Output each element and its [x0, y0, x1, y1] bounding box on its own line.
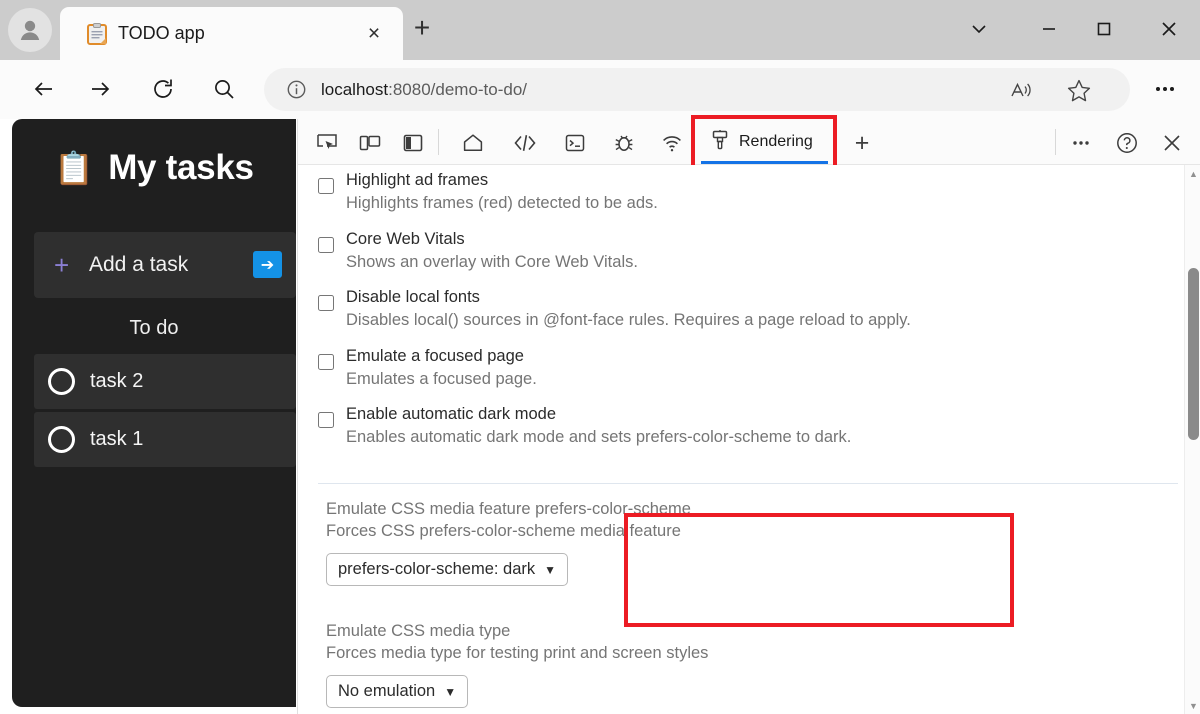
checkbox-disable-local-fonts[interactable] — [318, 295, 334, 311]
setting-description: Enables automatic dark mode and sets pre… — [346, 428, 852, 446]
chevron-down-icon: ▼ — [444, 684, 457, 699]
scroll-up-arrow-icon[interactable]: ▲ — [1185, 165, 1200, 182]
toolbar-divider-right — [1055, 129, 1056, 155]
select-value: prefers-color-scheme: dark — [338, 560, 536, 578]
setting-title: Emulate CSS media feature prefers-color-… — [326, 500, 691, 518]
help-question-icon[interactable] — [1110, 128, 1144, 158]
info-circle-icon[interactable] — [286, 79, 307, 100]
toolbar-divider — [438, 129, 439, 155]
todo-section-heading: To do — [129, 317, 179, 339]
setting-description: Emulates a focused page. — [346, 370, 537, 388]
task-label: task 2 — [90, 370, 144, 392]
setting-description: Highlights frames (red) detected to be a… — [346, 194, 658, 212]
read-aloud-icon[interactable] — [1010, 79, 1034, 103]
forward-arrow-icon[interactable] — [80, 69, 120, 109]
devtools-toolbar: Rendering + — [298, 115, 1200, 169]
setting-description: Disables local() sources in @font-face r… — [346, 311, 911, 329]
select-value: No emulation — [338, 682, 436, 700]
console-icon[interactable] — [558, 128, 592, 158]
close-window-icon[interactable] — [1145, 6, 1193, 52]
back-arrow-icon[interactable] — [24, 69, 64, 109]
list-item[interactable]: task 1 — [34, 412, 296, 467]
app-header: 📋 My tasks — [12, 139, 296, 197]
setting-title: Highlight ad frames — [346, 171, 489, 189]
search-icon[interactable] — [204, 69, 244, 109]
paint-brush-icon — [710, 129, 730, 155]
setting-description: Forces CSS prefers-color-scheme media fe… — [326, 522, 681, 540]
rendering-settings-list: Highlight ad frames Highlights frames (r… — [298, 165, 1200, 714]
devtools-scrollbar[interactable]: ▲ ▼ — [1184, 165, 1200, 714]
setting-title: Enable automatic dark mode — [346, 405, 557, 423]
checkbox-highlight-ad-frames[interactable] — [318, 178, 334, 194]
chevron-down-icon: ▼ — [544, 562, 557, 577]
tab-rendering[interactable]: Rendering — [696, 119, 833, 164]
setting-title: Emulate CSS media type — [326, 622, 511, 640]
reload-icon[interactable] — [143, 69, 183, 109]
checkbox-emulate-focused-page[interactable] — [318, 354, 334, 370]
maximize-icon[interactable] — [1080, 6, 1128, 52]
address-bar-url: localhost:8080/demo-to-do/ — [321, 68, 527, 111]
star-icon[interactable] — [1066, 78, 1092, 104]
prefers-color-scheme-select[interactable]: prefers-color-scheme: dark ▼ — [326, 553, 569, 586]
clipboard-icon — [86, 23, 108, 45]
submit-arrow-icon[interactable]: ➔ — [253, 251, 282, 278]
more-tools-ellipsis-icon[interactable] — [1064, 128, 1098, 158]
setting-title: Disable local fonts — [346, 288, 480, 306]
clipboard-emoji-icon: 📋 — [54, 150, 95, 186]
debugger-bug-icon[interactable] — [607, 128, 641, 158]
page-title: My tasks — [108, 148, 254, 187]
inspect-element-icon[interactable] — [310, 128, 344, 158]
devtools-panel: Rendering + Highlight ad frames Highligh… — [297, 115, 1200, 714]
todo-app-panel: 📋 My tasks + Add a task ➔ To do task 2 t… — [12, 119, 296, 707]
tab-rendering-label: Rendering — [739, 132, 813, 150]
setting-emulate-prefers-color-scheme: Emulate CSS media feature prefers-color-… — [326, 500, 691, 586]
device-emulation-icon[interactable] — [353, 128, 387, 158]
setting-description: Shows an overlay with Core Web Vitals. — [346, 253, 638, 271]
plus-icon: + — [54, 250, 70, 280]
add-task-input[interactable]: Add a task — [89, 232, 188, 298]
person-avatar-icon — [20, 20, 40, 40]
setting-description: Forces media type for testing print and … — [326, 644, 709, 662]
welcome-home-icon[interactable] — [456, 128, 490, 158]
task-label: task 1 — [90, 428, 144, 450]
new-tab-button[interactable]: + — [405, 11, 439, 45]
url-host: localhost — [321, 80, 389, 99]
title-bar: TODO app × + — [0, 0, 1200, 60]
tab-title: TODO app — [118, 23, 205, 43]
checkbox-core-web-vitals[interactable] — [318, 237, 334, 253]
add-tool-button[interactable]: + — [846, 128, 878, 158]
address-bar[interactable]: localhost:8080/demo-to-do/ — [264, 68, 1130, 111]
browser-window: TODO app × + localhost:8080/demo-to-do/ … — [0, 0, 1200, 714]
close-devtools-icon[interactable] — [1155, 128, 1189, 158]
tab-actions-chevron-icon[interactable] — [955, 6, 1003, 52]
list-item[interactable]: task 2 — [34, 354, 296, 409]
page-viewport: 📋 My tasks + Add a task ➔ To do task 2 t… — [0, 119, 297, 714]
add-task-row[interactable]: + Add a task ➔ — [34, 232, 296, 298]
navigation-bar: localhost:8080/demo-to-do/ — [0, 60, 1200, 119]
scroll-down-arrow-icon[interactable]: ▼ — [1185, 697, 1200, 714]
task-complete-circle-icon[interactable] — [48, 426, 75, 453]
css-media-type-select[interactable]: No emulation ▼ — [326, 675, 469, 708]
tab-close-icon[interactable]: × — [359, 19, 389, 49]
url-path: :8080/demo-to-do/ — [388, 80, 528, 99]
minimize-icon[interactable] — [1025, 6, 1073, 52]
network-icon[interactable] — [655, 128, 689, 158]
browser-more-ellipsis-icon[interactable] — [1145, 69, 1185, 109]
setting-emulate-css-media-type: Emulate CSS media type Forces media type… — [326, 622, 708, 708]
section-divider — [318, 483, 1178, 484]
setting-title: Emulate a focused page — [346, 347, 524, 365]
elements-code-icon[interactable] — [508, 128, 542, 158]
scrollbar-thumb[interactable] — [1188, 268, 1199, 440]
profile-button[interactable] — [8, 8, 52, 52]
setting-title: Core Web Vitals — [346, 230, 465, 248]
task-complete-circle-icon[interactable] — [48, 368, 75, 395]
checkbox-enable-automatic-dark-mode[interactable] — [318, 412, 334, 428]
browser-tab-todo-app[interactable]: TODO app × — [60, 7, 403, 60]
dock-side-icon[interactable] — [396, 128, 430, 158]
